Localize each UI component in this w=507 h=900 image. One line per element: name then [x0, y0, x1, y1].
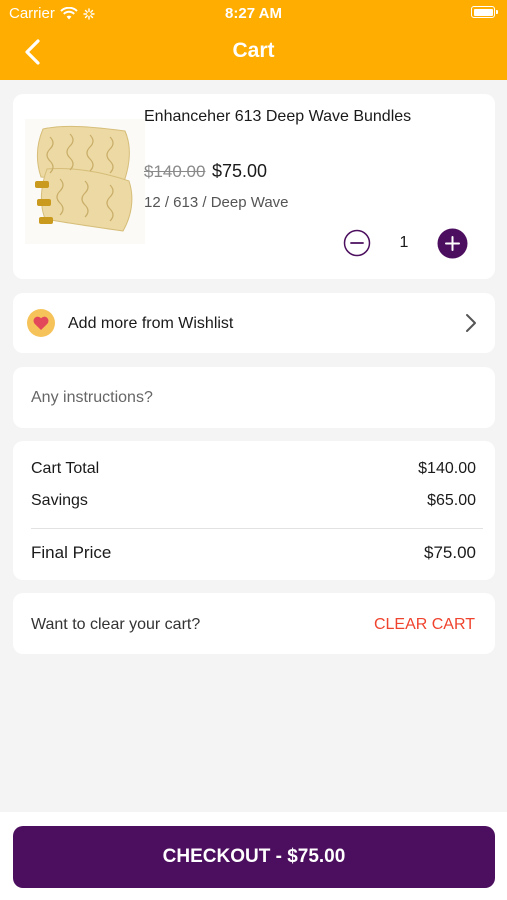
increase-quantity-button[interactable]	[437, 228, 468, 259]
app-header: Carrier 8:27 AM Cart	[0, 0, 507, 80]
cart-item-card: Enhanceher 613 Deep Wave Bundles $140.00…	[13, 94, 495, 279]
clear-cart-button[interactable]: CLEAR CART	[374, 616, 475, 634]
cart-total-label: Cart Total	[31, 460, 100, 477]
chevron-right-icon	[466, 314, 476, 332]
price-summary: Cart Total $140.00 Savings $65.00 Final …	[13, 441, 495, 580]
product-variant: 12 / 613 / Deep Wave	[144, 194, 289, 211]
final-price-label: Final Price	[31, 543, 112, 562]
original-price: $140.00	[144, 162, 206, 181]
clear-cart-prompt: Want to clear your cart?	[31, 616, 201, 633]
instructions-card	[13, 367, 495, 428]
checkout-button[interactable]: CHECKOUT - $75.00	[13, 826, 495, 888]
decrease-quantity-button[interactable]	[343, 229, 371, 257]
savings-value: $65.00	[427, 492, 476, 509]
product-name: Enhanceher 613 Deep Wave Bundles	[144, 108, 412, 125]
status-time: 8:27 AM	[225, 5, 282, 22]
checkout-bar: CHECKOUT - $75.00	[0, 812, 507, 900]
wishlist-label: Add more from Wishlist	[68, 315, 234, 332]
cart-total-value: $140.00	[418, 460, 476, 477]
savings-label: Savings	[31, 492, 88, 509]
sale-price: $75.00	[212, 161, 268, 181]
quantity-value: 1	[399, 234, 409, 251]
wishlist-row[interactable]: Add more from Wishlist	[13, 293, 495, 353]
product-image	[25, 119, 145, 244]
instructions-input[interactable]	[31, 384, 476, 412]
battery-icon	[471, 6, 498, 18]
clear-cart-card: Want to clear your cart? CLEAR CART	[13, 593, 495, 654]
final-price-value: $75.00	[424, 543, 476, 562]
page-title: Cart	[232, 39, 275, 62]
status-bar: Carrier 8:27 AM	[0, 0, 507, 28]
heart-icon	[27, 309, 55, 337]
summary-divider	[31, 528, 483, 529]
